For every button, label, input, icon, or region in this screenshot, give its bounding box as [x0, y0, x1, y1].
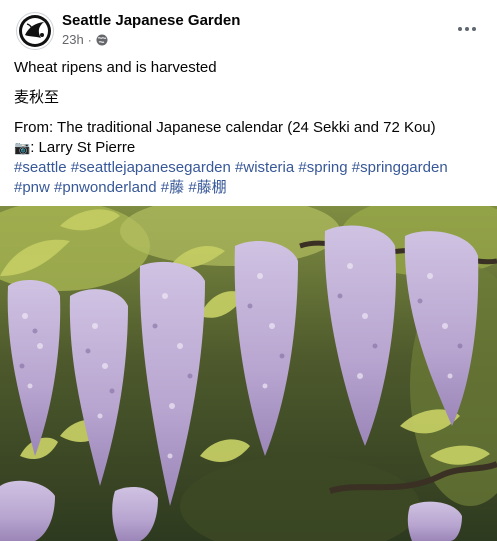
hashtag-link[interactable]: #seattlejapanesegarden — [71, 159, 231, 176]
hashtag-link[interactable]: #pnwonderland — [54, 179, 157, 196]
globe-icon[interactable] — [96, 34, 108, 46]
post-meta: 23h · — [62, 32, 108, 47]
hashtag-link[interactable]: #springgarden — [352, 159, 448, 176]
post-body: Wheat ripens and is harvested 麦秋至 From: … — [14, 58, 483, 198]
post-text-line: From: The traditional Japanese calendar … — [14, 119, 436, 136]
page-avatar[interactable] — [16, 12, 54, 50]
meta-separator: · — [87, 32, 92, 47]
photo-credit: 📷: Larry St Pierre — [14, 138, 483, 158]
page-name[interactable]: Seattle Japanese Garden — [62, 12, 240, 29]
hashtag-link[interactable]: #seattle — [14, 159, 67, 176]
facebook-post: Seattle Japanese Garden 23h · Wheat ripe… — [0, 0, 497, 541]
hashtag-list: #seattle #seattlejapanesegarden #wisteri… — [14, 158, 483, 198]
post-text-line: Wheat ripens and is harvested — [14, 59, 217, 76]
garden-logo-icon — [19, 15, 51, 47]
hashtag-link[interactable]: #藤 — [161, 179, 184, 196]
hashtag-link[interactable]: #wisteria — [235, 159, 294, 176]
more-options-icon[interactable] — [451, 15, 483, 43]
hashtag-link[interactable]: #pnw — [14, 179, 50, 196]
camera-icon: 📷 — [14, 140, 31, 155]
photo-credit-text: : Larry St Pierre — [30, 139, 136, 156]
hashtag-link[interactable]: #藤棚 — [188, 179, 226, 196]
post-header: Seattle Japanese Garden 23h · — [16, 11, 485, 53]
hashtag-link[interactable]: #spring — [298, 159, 347, 176]
post-photo[interactable] — [0, 206, 497, 541]
post-time[interactable]: 23h — [62, 32, 84, 47]
wisteria-photo — [0, 206, 497, 541]
post-text-line: 麦秋至 — [14, 89, 60, 106]
